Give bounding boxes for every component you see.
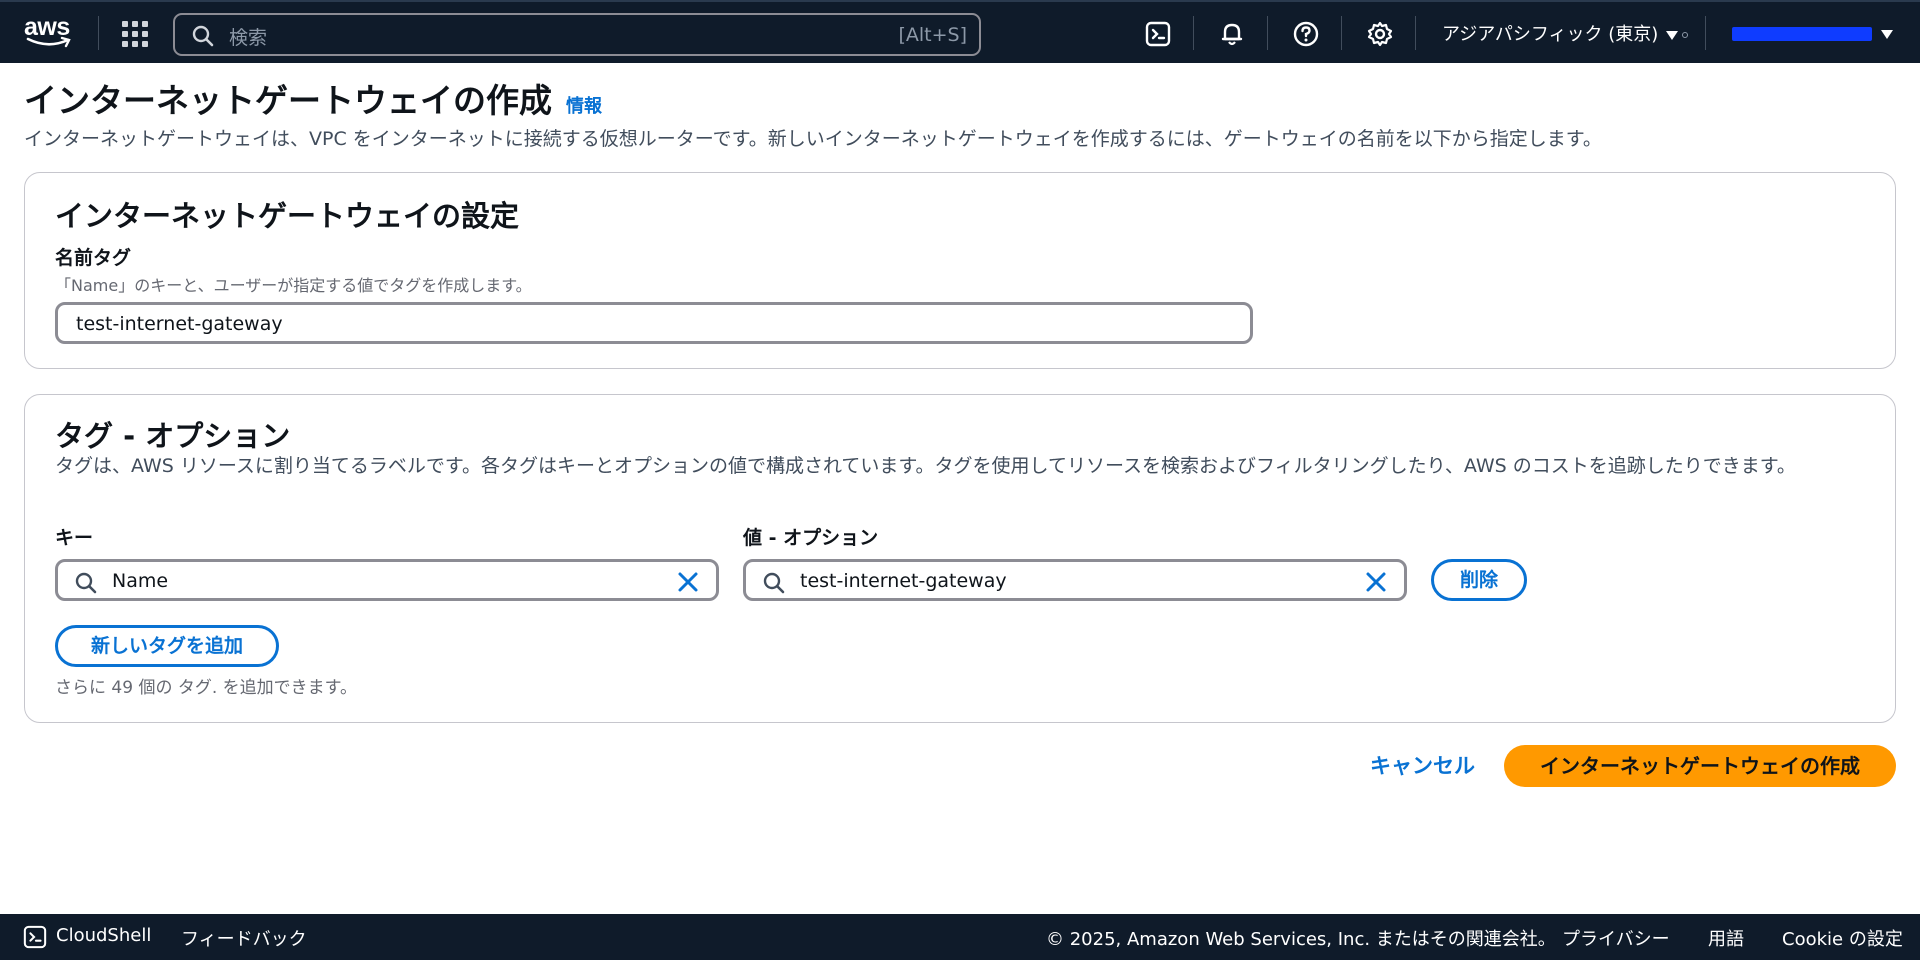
name-tag-description: 「Name」のキーと、ユーザーが指定する値でタグを作成します。 [55,276,532,295]
bell-icon[interactable] [1218,20,1246,48]
tag-value-label: 値 - オプション [743,527,879,549]
aws-logo[interactable]: aws [24,14,74,52]
tag-limit-text: さらに 49 個の タグ. を追加できます。 [55,678,357,698]
top-navigation: aws 検索 [Alt+S] アジアパシフィック (東京) [0,0,1920,63]
help-icon[interactable] [1292,20,1320,48]
footer: CloudShell フィードバック © 2025, Amazon Web Se… [0,914,1920,960]
redacted-account-name [1732,27,1872,41]
terms-link[interactable]: 用語 [1708,925,1744,951]
page-title: インターネットゲートウェイの作成 [24,81,552,120]
tags-description: タグは、AWS リソースに割り当てるラベルです。各タグはキーとオプションの値で構… [55,455,1796,477]
page-header: インターネットゲートウェイの作成 情報 [24,74,602,120]
aws-smile-icon [26,36,71,48]
remove-tag-button[interactable]: 削除 [1431,559,1527,601]
cancel-button[interactable]: キャンセル [1370,750,1475,780]
apps-grid-icon[interactable] [122,21,148,47]
search-icon [763,572,785,594]
search-icon [75,572,97,594]
nav-separator [1267,16,1268,50]
tag-key-label: キー [55,527,94,549]
add-tag-button[interactable]: 新しいタグを追加 [55,625,279,667]
tag-value-value: test-internet-gateway [800,570,1007,592]
gateway-settings-panel: インターネットゲートウェイの設定 名前タグ 「Name」のキーと、ユーザーが指定… [24,172,1896,369]
cookie-settings-link[interactable]: Cookie の設定 [1782,925,1903,951]
cloudshell-label: CloudShell [56,925,152,946]
nav-separator [1415,16,1416,50]
cloudshell-icon[interactable] [1144,20,1172,48]
privacy-link[interactable]: プライバシー [1562,925,1670,951]
tags-heading: タグ - オプション [55,419,291,453]
account-menu[interactable] [1732,22,1872,46]
nav-separator [1341,16,1342,50]
feedback-link[interactable]: フィードバック [181,925,307,951]
tag-key-value: Name [112,570,169,592]
status-dot-icon [1682,32,1689,38]
clear-icon[interactable] [676,570,700,594]
region-label: アジアパシフィック (東京) [1442,24,1659,45]
name-tag-input[interactable]: test-internet-gateway [55,302,1253,344]
clear-icon[interactable] [1364,570,1388,594]
page-description: インターネットゲートウェイは、VPC をインターネットに接続する仮想ルーターです… [24,128,1602,150]
search-shortcut: [Alt+S] [898,24,967,46]
region-selector[interactable]: アジアパシフィック (東京) [1442,20,1689,46]
create-gateway-button[interactable]: インターネットゲートウェイの作成 [1504,745,1896,787]
caret-down-icon[interactable] [1881,30,1893,39]
nav-separator [1705,16,1706,50]
tag-value-input[interactable]: test-internet-gateway [743,559,1407,601]
cloudshell-icon [23,925,47,949]
info-link[interactable]: 情報 [566,92,602,122]
name-tag-label: 名前タグ [55,247,132,269]
nav-separator [98,16,99,50]
settings-heading: インターネットゲートウェイの設定 [55,199,520,233]
search-bar[interactable]: 検索 [Alt+S] [173,13,981,56]
gear-icon[interactable] [1366,20,1394,48]
nav-separator [1193,16,1194,50]
search-placeholder: 検索 [229,27,268,49]
name-tag-value: test-internet-gateway [76,313,283,335]
tag-key-input[interactable]: Name [55,559,719,601]
caret-down-icon [1666,30,1679,40]
search-icon [192,25,214,47]
tags-panel: タグ - オプション タグは、AWS リソースに割り当てるラベルです。各タグはキ… [24,394,1896,723]
copyright-text: © 2025, Amazon Web Services, Inc. またはその関… [1046,929,1556,950]
